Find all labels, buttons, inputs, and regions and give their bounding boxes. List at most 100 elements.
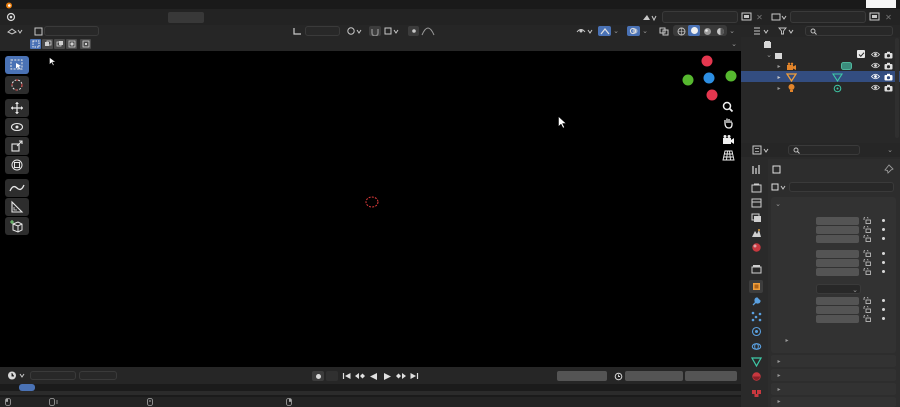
- keyframe-dot-icon[interactable]: [881, 218, 886, 223]
- light-render-icon[interactable]: [883, 83, 893, 92]
- outliner-scrollbar[interactable]: [895, 38, 899, 138]
- tool-transform[interactable]: [5, 156, 29, 174]
- outliner-row-collection[interactable]: ⌄: [741, 49, 900, 60]
- tool-settings-collapse-icon[interactable]: ⌄: [729, 39, 739, 49]
- new-scene-icon[interactable]: [741, 12, 752, 22]
- lock-icon[interactable]: [863, 250, 871, 257]
- snap-icon[interactable]: [369, 26, 381, 36]
- material-tab[interactable]: [749, 370, 763, 383]
- relations-panel[interactable]: ▸: [771, 369, 896, 381]
- lock-icon[interactable]: [863, 306, 871, 313]
- scene-icon[interactable]: [641, 12, 659, 22]
- workspace-tab[interactable]: [168, 12, 204, 23]
- properties-search-input[interactable]: [788, 145, 860, 155]
- mode-set-icon[interactable]: [30, 39, 41, 49]
- keyframe-dot-icon[interactable]: [881, 227, 886, 232]
- rotation-x-field[interactable]: [816, 250, 859, 258]
- tool-cursor[interactable]: [5, 76, 29, 94]
- collection-render-icon[interactable]: [883, 50, 893, 59]
- transform-orientation-dropdown[interactable]: [305, 26, 340, 36]
- physics-tab[interactable]: [749, 325, 763, 338]
- tool-annotate[interactable]: [5, 179, 29, 197]
- keyframe-dot-icon[interactable]: [881, 307, 886, 312]
- pin-icon[interactable]: [883, 163, 895, 175]
- mode-subtract-icon[interactable]: [54, 39, 65, 49]
- new-view-layer-icon[interactable]: [869, 12, 880, 22]
- collection-visibility-icon[interactable]: [870, 50, 880, 59]
- properties-options-icon[interactable]: ⌄: [885, 145, 895, 155]
- tool-rotate[interactable]: [5, 118, 29, 136]
- timeline-track[interactable]: [0, 384, 741, 397]
- frame-start-field[interactable]: [625, 371, 683, 381]
- object-tab[interactable]: [749, 280, 763, 293]
- shading-solid-icon[interactable]: [688, 25, 700, 36]
- 3d-viewport[interactable]: [0, 51, 741, 367]
- keyframe-dot-icon[interactable]: [881, 298, 886, 303]
- tool-scale[interactable]: [5, 137, 29, 155]
- mode-dropdown[interactable]: [44, 26, 99, 36]
- constraints-tab[interactable]: [749, 340, 763, 353]
- outliner-editor-icon[interactable]: [752, 26, 772, 36]
- mode-intersect-icon[interactable]: [80, 39, 91, 49]
- collection-tab[interactable]: [749, 262, 763, 275]
- proportional-icon[interactable]: [408, 26, 419, 36]
- delta-transform-expand-icon[interactable]: ▸: [783, 336, 791, 345]
- outliner-row-camera[interactable]: ▸: [741, 60, 900, 71]
- tool-move[interactable]: [5, 99, 29, 117]
- next-keyframe-icon[interactable]: [394, 371, 407, 381]
- cube-render-icon[interactable]: [883, 72, 893, 81]
- camera-render-icon[interactable]: [883, 61, 893, 70]
- outliner-row-scene-collection[interactable]: [741, 38, 900, 49]
- keyframe-type-field[interactable]: [326, 371, 338, 381]
- cube-visibility-icon[interactable]: [870, 72, 880, 81]
- location-z-field[interactable]: [816, 235, 859, 243]
- location-y-field[interactable]: [816, 226, 859, 234]
- view-layer-tab[interactable]: [749, 211, 763, 224]
- world-tab[interactable]: [749, 241, 763, 254]
- play-reverse-icon[interactable]: [367, 371, 379, 381]
- camera-view-icon[interactable]: [720, 132, 736, 146]
- close-view-layer-icon[interactable]: ✕: [884, 12, 893, 22]
- keyframe-dot-icon[interactable]: [881, 316, 886, 321]
- blender-logo-icon[interactable]: [4, 0, 14, 9]
- shading-wireframe-icon[interactable]: [675, 26, 687, 36]
- overlay-dropdown-icon[interactable]: ⌄: [641, 26, 649, 36]
- gizmo-dropdown-icon[interactable]: ⌄: [612, 26, 620, 36]
- instancing-panel[interactable]: ▸: [771, 397, 896, 407]
- falloff-icon[interactable]: [421, 26, 435, 36]
- object-data-icon[interactable]: [771, 182, 789, 192]
- close-scene-icon[interactable]: ✕: [755, 12, 764, 22]
- tool-tab[interactable]: [749, 163, 763, 176]
- light-expand-icon[interactable]: ▸: [776, 83, 782, 93]
- render-icon[interactable]: [5, 12, 17, 22]
- playback-dropdown[interactable]: [30, 371, 76, 380]
- transform-orientation-icon[interactable]: [291, 26, 303, 36]
- scale-z-field[interactable]: [816, 315, 859, 323]
- play-icon[interactable]: [381, 371, 393, 381]
- keyframe-dot-icon[interactable]: [881, 260, 886, 265]
- shading-rendered-icon[interactable]: [714, 26, 726, 36]
- perspective-grid-icon[interactable]: [720, 148, 736, 162]
- tool-select-box[interactable]: [5, 56, 29, 74]
- mode-extend-icon[interactable]: [42, 39, 53, 49]
- keyframe-dot-icon[interactable]: [881, 269, 886, 274]
- camera-visibility-icon[interactable]: [870, 61, 880, 70]
- output-tab[interactable]: [749, 196, 763, 209]
- view-object-icon[interactable]: [33, 26, 43, 36]
- jump-start-icon[interactable]: [341, 371, 353, 381]
- timeline-editor-icon[interactable]: [7, 370, 27, 381]
- rotation-y-field[interactable]: [816, 259, 859, 267]
- properties-editor-icon[interactable]: [752, 145, 772, 155]
- current-frame-field[interactable]: [557, 371, 607, 381]
- scene-tab[interactable]: [749, 226, 763, 239]
- lock-icon[interactable]: [863, 315, 871, 322]
- cube-expand-icon[interactable]: ▸: [776, 72, 782, 82]
- timeline-scrollbar[interactable]: [0, 391, 741, 395]
- gizmo-icon[interactable]: [598, 26, 611, 36]
- delta-transform-panel[interactable]: ▸: [771, 355, 896, 367]
- collection-expand-icon[interactable]: ⌄: [766, 50, 772, 60]
- pivot-icon[interactable]: [346, 26, 364, 36]
- texture-tab[interactable]: [749, 386, 763, 399]
- collections-expand-icon[interactable]: ▸: [775, 384, 783, 394]
- rotation-z-field[interactable]: [816, 268, 859, 276]
